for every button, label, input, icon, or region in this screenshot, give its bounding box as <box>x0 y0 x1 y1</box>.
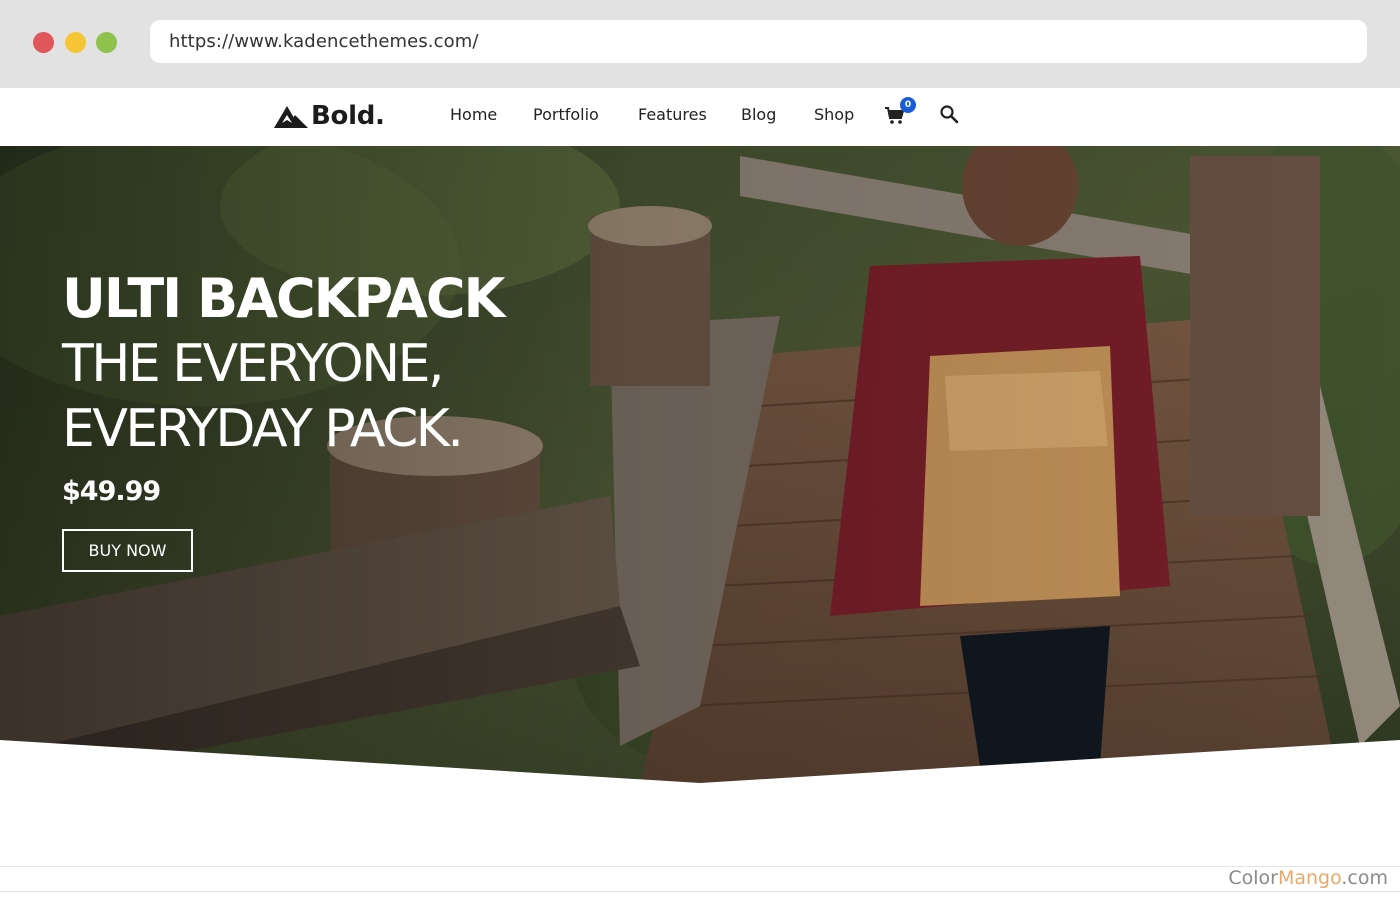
mountain-logo-icon <box>274 106 308 128</box>
nav-features[interactable]: Features <box>638 105 707 124</box>
hero-banner: ULTI BACKPACK THE EVERYONE, EVERYDAY PAC… <box>0 146 1400 786</box>
watermark-part2: Mango <box>1277 867 1342 889</box>
minimize-window-button[interactable] <box>65 32 86 53</box>
watermark-part3: .com <box>1341 867 1388 889</box>
address-bar-url: https://www.kadencethemes.com/ <box>169 31 479 52</box>
nav-portfolio[interactable]: Portfolio <box>533 105 599 124</box>
nav-home[interactable]: Home <box>450 105 497 124</box>
hero-subtitle-line1: THE EVERYONE, <box>62 334 444 394</box>
buy-now-button[interactable]: BUY NOW <box>62 529 193 572</box>
hero-subtitle-line2: EVERYDAY PACK. <box>62 399 464 459</box>
hero-subtitle: THE EVERYONE, EVERYDAY PACK. <box>62 332 464 462</box>
close-window-button[interactable] <box>33 32 54 53</box>
address-bar[interactable]: https://www.kadencethemes.com/ <box>150 20 1367 63</box>
maximize-window-button[interactable] <box>96 32 117 53</box>
hero-price: $49.99 <box>62 476 161 507</box>
logo-text: Bold. <box>311 101 385 131</box>
cart-count-badge: 0 <box>900 97 916 113</box>
watermark: ColorMango.com <box>1228 867 1388 889</box>
divider <box>0 891 1400 892</box>
hero-background-image <box>0 146 1400 786</box>
search-icon[interactable] <box>939 104 959 124</box>
hero-title: ULTI BACKPACK <box>62 267 505 330</box>
site-logo[interactable]: Bold. <box>273 100 385 132</box>
nav-shop[interactable]: Shop <box>814 105 854 124</box>
nav-blog[interactable]: Blog <box>741 105 776 124</box>
divider <box>0 866 1400 867</box>
watermark-part1: Color <box>1228 867 1278 889</box>
browser-chrome: https://www.kadencethemes.com/ <box>0 0 1400 88</box>
site-header: Bold. Home Portfolio Features Blog Shop … <box>0 88 1400 146</box>
